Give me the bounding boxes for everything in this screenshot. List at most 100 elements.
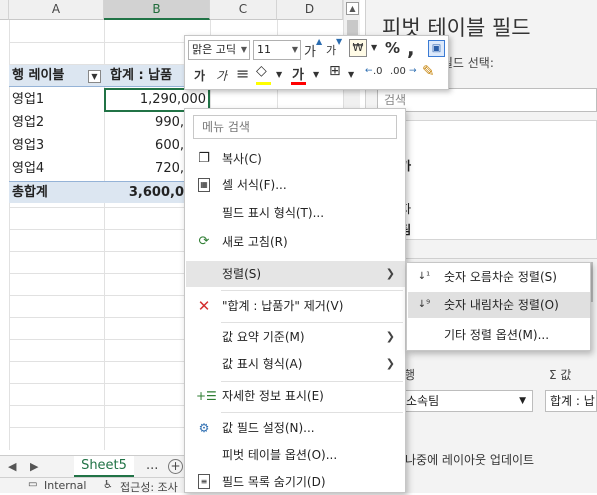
scroll-up-arrow-icon[interactable]: ▲: [346, 2, 359, 15]
decrease-decimal-button[interactable]: .00: [390, 66, 406, 77]
pivot-row-label[interactable]: 영업2: [12, 112, 104, 134]
menu-item-summarize-by[interactable]: 값 요약 기준(M) ❯: [186, 324, 405, 350]
fill-color-bar: [256, 82, 271, 85]
more-sheets-button[interactable]: ...: [146, 458, 158, 473]
rows-area-value: 소속팀: [406, 394, 440, 408]
add-sheet-button[interactable]: +: [168, 459, 183, 474]
values-area-label: Σ 값: [549, 368, 572, 382]
font-color-bar: [291, 82, 306, 85]
sort-ascending-icon: ↓¹: [417, 271, 431, 282]
refresh-icon: ⟳: [198, 234, 210, 249]
percent-style-button[interactable]: %: [385, 39, 400, 57]
submenu-item-label: 기타 정렬 옵션(M)...: [444, 328, 550, 342]
row-header-corner[interactable]: [0, 0, 9, 20]
menu-separator: [221, 381, 403, 382]
menu-item-hide-field-list[interactable]: ≡ 필드 목록 숨기기(D): [186, 469, 405, 495]
font-name-combo[interactable]: 맑은 고딕 ▼: [188, 40, 250, 60]
sort-descending-icon: ↓⁹: [417, 299, 431, 310]
tab-scroll-left-icon[interactable]: ◀: [8, 460, 16, 473]
align-center-button[interactable]: ≡: [236, 64, 249, 83]
bold-button[interactable]: 가: [194, 67, 205, 84]
column-header-d[interactable]: D: [277, 0, 343, 20]
chevron-down-icon[interactable]: ▼: [276, 70, 282, 79]
borders-icon[interactable]: ⊞: [329, 63, 341, 79]
shrink-font-arrow-icon: ▼: [336, 37, 343, 46]
menu-item-label: 피벗 테이블 옵션(O)...: [222, 448, 338, 462]
menu-item-pivot-options[interactable]: 피벗 테이블 옵션(O)...: [186, 442, 405, 468]
menu-item-show-values-as[interactable]: 값 표시 형식(A) ❯: [186, 351, 405, 377]
grow-font-button[interactable]: 가: [304, 41, 316, 60]
menu-item-label: "합계 : 납품가" 제거(V): [222, 299, 344, 313]
rows-area-field[interactable]: 소속팀 ▼: [401, 390, 533, 412]
chevron-down-icon[interactable]: ▼: [292, 41, 298, 59]
clear-format-brush-icon[interactable]: ✎: [422, 62, 435, 80]
format-painter-icon[interactable]: ▣: [428, 40, 445, 57]
shrink-font-button[interactable]: 가: [326, 42, 336, 58]
submenu-arrow-icon: ❯: [385, 267, 395, 280]
field-list[interactable]: 단가 납품가 지역 담당자 소속팀: [377, 120, 597, 240]
submenu-arrow-icon: ❯: [385, 357, 395, 370]
field-search-input[interactable]: 검색: [377, 88, 597, 112]
menu-item-label: 값 표시 형식(A): [222, 357, 303, 371]
menu-item-remove-field[interactable]: ✕ "합계 : 납품가" 제거(V): [186, 293, 405, 319]
menu-item-number-format[interactable]: 필드 표시 형식(T)...: [186, 200, 405, 226]
format-cells-icon: ▦: [198, 178, 210, 192]
menu-item-label: 값 필드 설정(N)...: [222, 421, 315, 435]
sheet-tab-active[interactable]: Sheet5: [74, 456, 134, 477]
menu-item-label: 필드 표시 형식(T)...: [222, 206, 325, 220]
column-header-c[interactable]: C: [210, 0, 277, 20]
italic-button[interactable]: 가: [216, 67, 227, 84]
submenu-item-sort-descending[interactable]: ↓⁹ 숫자 내림차순 정렬(O): [408, 292, 590, 318]
pivot-row-label[interactable]: 영업1: [12, 89, 104, 111]
chevron-down-icon[interactable]: ▼: [519, 391, 526, 411]
sensitivity-label[interactable]: Internal: [44, 479, 86, 492]
pivot-value-cell[interactable]: 600,: [104, 135, 184, 157]
menu-separator: [221, 322, 403, 323]
font-color-button[interactable]: 가: [292, 64, 304, 83]
submenu-item-more-sort-options[interactable]: 기타 정렬 옵션(M)...: [408, 322, 590, 348]
comma-style-button[interactable]: ,: [407, 36, 415, 60]
remove-icon: ✕: [197, 297, 211, 315]
decrease-decimal-icon[interactable]: →: [409, 66, 417, 76]
pivot-row-label[interactable]: 영업4: [12, 158, 104, 180]
values-area-field[interactable]: 합계 : 납: [545, 390, 597, 412]
increase-decimal-icon[interactable]: ←: [365, 66, 373, 76]
menu-item-sort[interactable]: 정렬(S) ❯: [186, 261, 405, 287]
pivot-total-label[interactable]: 총합계: [9, 181, 104, 203]
menu-item-label: 자세한 정보 표시(E): [222, 389, 324, 403]
menu-item-label: 새로 고침(R): [222, 235, 288, 249]
menu-search-input[interactable]: 메뉴 검색: [193, 115, 397, 139]
increase-decimal-button[interactable]: .0: [373, 66, 383, 77]
pivot-value-cell[interactable]: 720,: [104, 158, 184, 180]
pivot-total-value[interactable]: 3,600,0: [104, 181, 184, 203]
submenu-arrow-icon: ❯: [385, 330, 395, 343]
menu-item-label: 필드 목록 숨기기(D): [222, 475, 326, 489]
currency-format-button[interactable]: ₩: [349, 39, 367, 57]
field-list-icon: ≡: [198, 474, 210, 489]
filter-dropdown-icon[interactable]: ▼: [88, 70, 101, 83]
chevron-down-icon[interactable]: ▼: [348, 70, 354, 79]
menu-item-format-cells[interactable]: ▦ 셀 서식(F)...: [186, 172, 405, 198]
pivot-row-label[interactable]: 영업3: [12, 135, 104, 157]
menu-item-label: 복사(C): [222, 152, 262, 166]
font-size-combo[interactable]: 11 ▼: [253, 40, 301, 60]
fill-color-icon[interactable]: ◇: [256, 63, 267, 79]
font-name-value: 맑은 고딕: [192, 43, 236, 56]
chevron-down-icon[interactable]: ▼: [241, 41, 247, 59]
values-area-value: 합계 : 납: [550, 394, 595, 408]
tab-scroll-right-icon[interactable]: ▶: [30, 460, 38, 473]
menu-item-value-field-settings[interactable]: ⚙ 값 필드 설정(N)...: [186, 415, 405, 441]
chevron-down-icon[interactable]: ▼: [313, 70, 319, 79]
column-header-b[interactable]: B: [104, 0, 210, 20]
column-header-a[interactable]: A: [9, 0, 104, 20]
menu-item-copy[interactable]: ❐ 복사(C): [186, 146, 405, 172]
pivot-value-cell[interactable]: 990,: [104, 112, 184, 134]
submenu-item-sort-ascending[interactable]: ↓¹ 숫자 오름차순 정렬(S): [408, 264, 590, 290]
font-size-value: 11: [257, 43, 271, 56]
menu-item-show-details[interactable]: +☰ 자세한 정보 표시(E): [186, 383, 405, 409]
menu-item-label: 정렬(S): [222, 267, 262, 281]
menu-item-refresh[interactable]: ⟳ 새로 고침(R): [186, 229, 405, 255]
pivot-row-label-header[interactable]: 행 레이블 ▼: [9, 65, 104, 87]
chevron-down-icon[interactable]: ▼: [371, 43, 377, 52]
defer-update-label[interactable]: 나중에 레이아웃 업데이트: [405, 451, 534, 468]
